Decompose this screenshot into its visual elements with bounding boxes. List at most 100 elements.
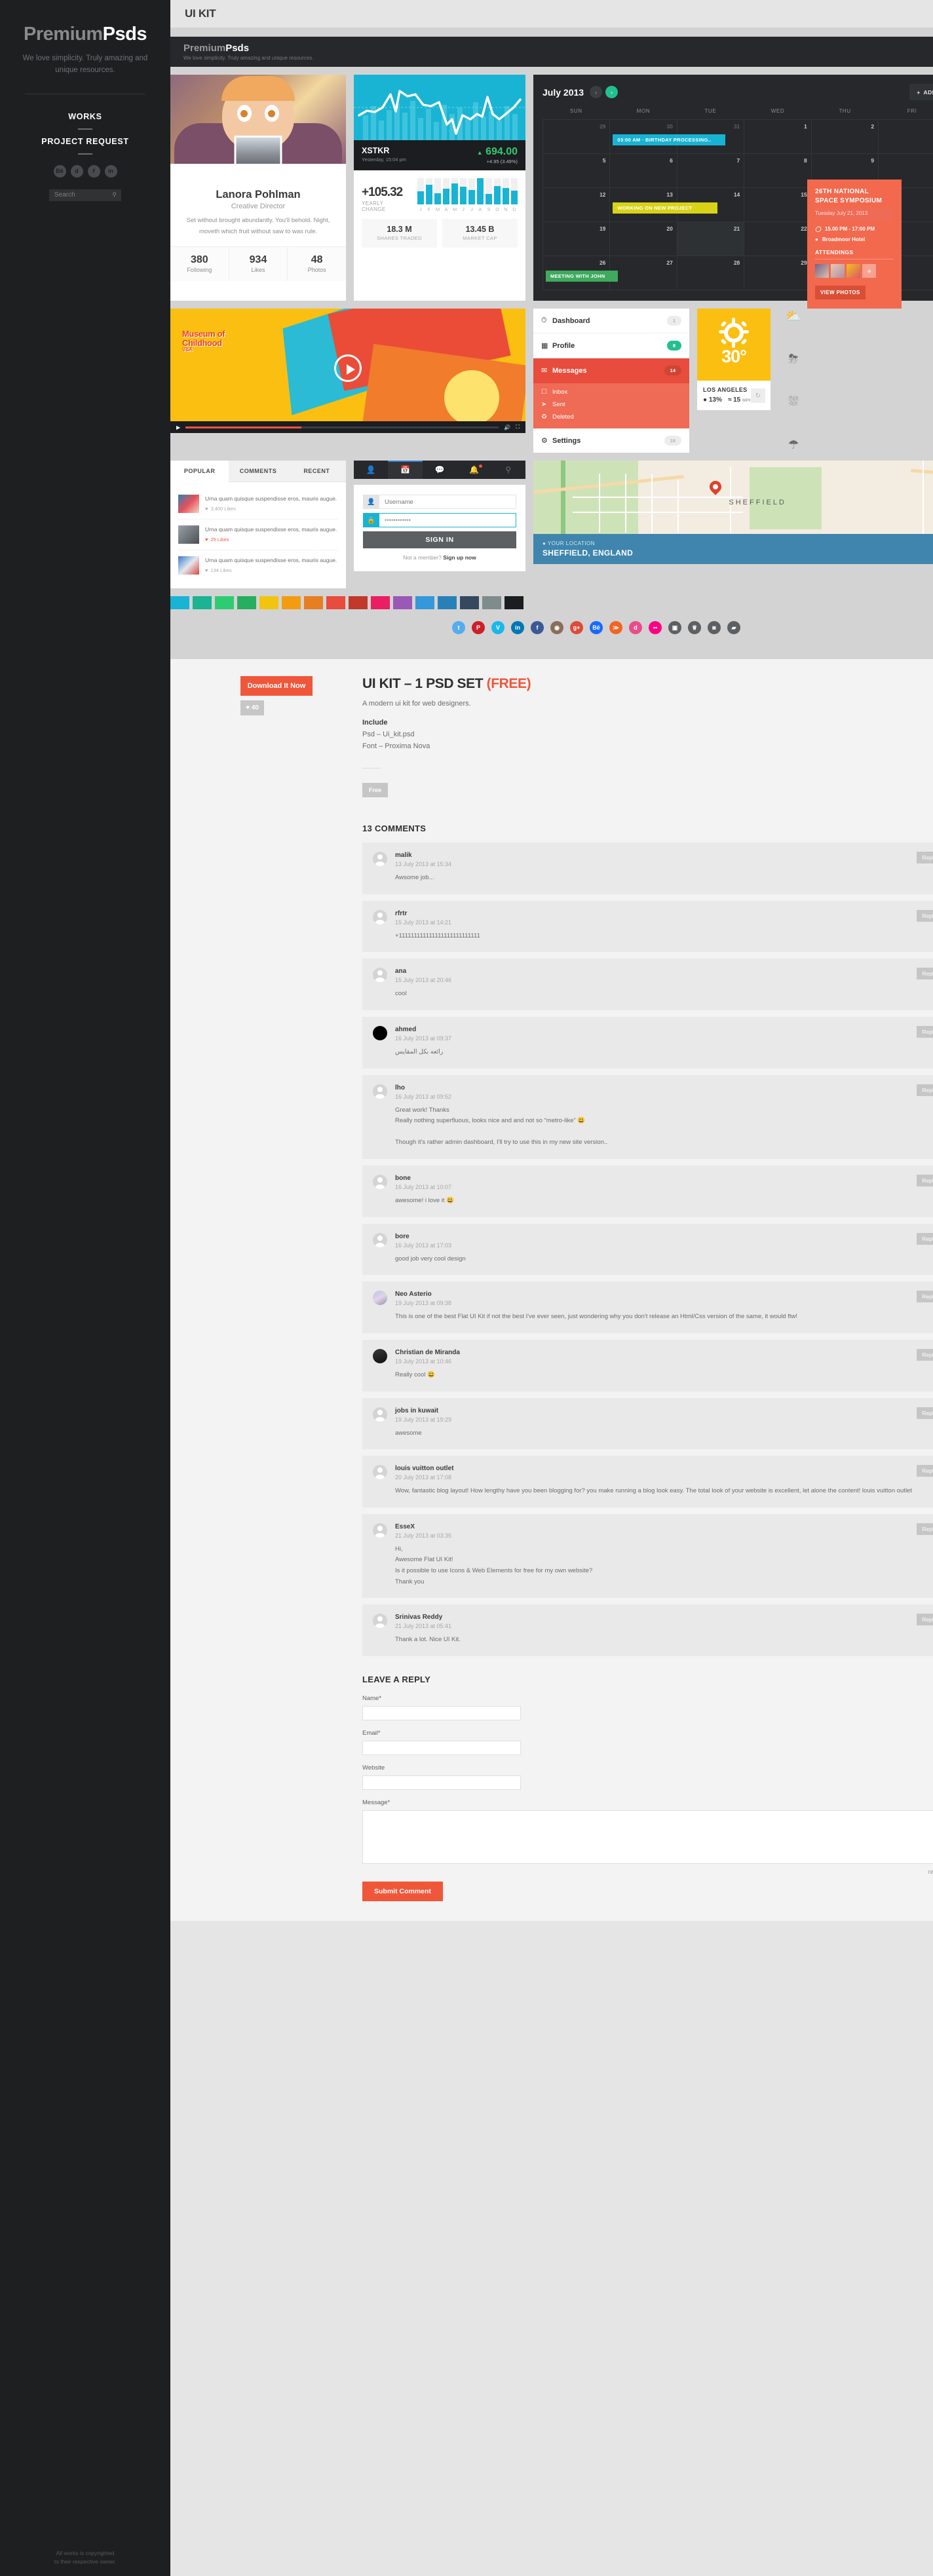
color-swatch[interactable] xyxy=(349,596,368,609)
progress-track[interactable] xyxy=(185,426,499,428)
calendar-day[interactable]: 29 xyxy=(744,256,812,290)
reply-button[interactable]: Reply xyxy=(917,1348,933,1361)
list-item[interactable]: Urna quam quisque suspendisse eros, maur… xyxy=(178,550,338,580)
color-swatch[interactable] xyxy=(482,596,501,609)
submit-comment-button[interactable]: Submit Comment xyxy=(362,1881,443,1901)
reply-button[interactable]: Reply xyxy=(917,1175,933,1186)
message-field[interactable] xyxy=(362,1809,933,1864)
calendar-day[interactable]: 2 xyxy=(811,120,879,154)
dribbble-icon[interactable]: d xyxy=(70,164,83,178)
list-item[interactable]: Urna quam quisque suspendisse eros, maur… xyxy=(178,520,338,550)
search-icon[interactable]: ⚲ xyxy=(491,461,525,479)
like-button[interactable]: ♥ 40 xyxy=(240,700,264,715)
color-swatch[interactable] xyxy=(460,596,479,609)
linkedin-icon[interactable]: in xyxy=(511,621,524,634)
googleplus-icon[interactable]: g+ xyxy=(570,621,583,634)
view-photos-button[interactable]: VIEW PHOTOS xyxy=(815,286,866,299)
calendar-day[interactable]: 29 xyxy=(543,120,611,154)
color-swatch[interactable] xyxy=(215,596,234,609)
nav-item-messages[interactable]: ✉ Messages 14 xyxy=(533,358,689,383)
graduation-icon[interactable]: ▰ xyxy=(727,621,740,634)
refresh-icon[interactable]: ↻ xyxy=(751,388,765,403)
calendar-day[interactable]: 21 xyxy=(677,222,745,256)
add-attendee-button[interactable]: + xyxy=(862,264,876,278)
reply-button[interactable]: Reply xyxy=(917,852,933,863)
reply-button[interactable]: Reply xyxy=(917,1291,933,1303)
reply-button[interactable]: Reply xyxy=(917,1084,933,1096)
twitter-icon[interactable]: t xyxy=(452,621,465,634)
nav-subitem-deleted[interactable]: ♻ Deleted xyxy=(533,411,689,423)
reply-button[interactable]: Reply xyxy=(917,1614,933,1626)
vimeo-icon[interactable]: V xyxy=(491,621,505,634)
rss-icon[interactable]: ≫ xyxy=(609,621,622,634)
list-item[interactable]: Urna quam quisque suspendisse eros, maur… xyxy=(178,489,338,520)
color-swatch[interactable] xyxy=(237,596,256,609)
behance-icon[interactable]: Bē xyxy=(53,164,66,178)
tab-comments[interactable]: COMMENTS xyxy=(229,461,288,482)
calendar-next-button[interactable]: › xyxy=(605,86,619,98)
calendar-day[interactable]: 22 xyxy=(744,222,812,256)
map-image[interactable]: SHEFFIELD xyxy=(533,461,933,534)
camera-icon[interactable]: ▣ xyxy=(668,621,681,634)
pinterest-icon[interactable]: P xyxy=(472,621,485,634)
facebook-icon[interactable]: f xyxy=(531,621,544,634)
play-button[interactable]: ▶ xyxy=(176,425,180,430)
calendar-day[interactable]: 12 xyxy=(543,188,611,222)
volume-icon[interactable]: 🔊 xyxy=(504,425,510,430)
site-logo[interactable]: PremiumPsds xyxy=(0,24,170,45)
download-button[interactable]: Download It Now xyxy=(240,676,313,696)
calendar-day[interactable]: 1 xyxy=(744,120,812,154)
calendar-day[interactable]: 20 xyxy=(610,222,677,256)
post-tag[interactable]: Free xyxy=(362,783,389,797)
color-swatch[interactable] xyxy=(438,596,457,609)
fullscreen-icon[interactable]: ⛶ xyxy=(516,424,520,430)
color-swatch[interactable] xyxy=(326,596,345,609)
nav-item-profile[interactable]: ▦ Profile 8 xyxy=(533,333,689,358)
behance-icon[interactable]: Bē xyxy=(590,621,603,634)
play-icon[interactable] xyxy=(334,354,362,383)
nav-item-dashboard[interactable]: ⏱ Dashboard 1 xyxy=(533,309,689,333)
reply-button[interactable]: Reply xyxy=(917,1465,933,1477)
calendar-day[interactable]: 13 WORKING ON NEW PROJECT xyxy=(610,188,718,222)
name-field[interactable] xyxy=(362,1705,521,1720)
photo-icon[interactable]: ◙ xyxy=(708,621,721,634)
username-input[interactable] xyxy=(379,495,516,509)
color-swatch[interactable] xyxy=(170,596,189,609)
calendar-day[interactable]: 3 xyxy=(879,120,933,154)
nav-subitem-inbox[interactable]: ☐ Inbox xyxy=(533,386,689,398)
calendar-icon[interactable]: 📅 xyxy=(388,461,423,479)
color-swatch[interactable] xyxy=(393,596,412,609)
comment-icon[interactable]: 💬 xyxy=(423,461,457,479)
calendar-day[interactable]: 27 xyxy=(610,256,677,290)
facebook-icon[interactable]: f xyxy=(87,164,100,178)
password-field[interactable]: 🔒 xyxy=(363,513,516,527)
instagram-icon[interactable]: ◉ xyxy=(550,621,563,634)
dribbble-icon[interactable]: d xyxy=(629,621,642,634)
calendar-day[interactable]: 15 xyxy=(744,188,812,222)
add-event-button[interactable]: +ADD EVENT xyxy=(909,84,933,100)
tab-recent[interactable]: RECENT xyxy=(287,461,346,482)
user-icon[interactable]: 👤 xyxy=(354,461,388,479)
calendar-day[interactable]: 28 xyxy=(677,256,745,290)
calendar-event[interactable]: 03:00 AM · BIRTHDAY PROCESSING.. xyxy=(613,134,726,145)
tab-popular[interactable]: POPULAR xyxy=(170,461,229,482)
color-swatch[interactable] xyxy=(505,596,524,609)
reply-button[interactable]: Reply xyxy=(917,909,933,922)
search-input[interactable]: Search ⚲ xyxy=(49,189,121,201)
reply-button[interactable]: Reply xyxy=(917,1407,933,1419)
calendar-day[interactable]: 6 xyxy=(610,154,677,188)
trophy-icon[interactable]: ♕ xyxy=(688,621,701,634)
sidebar-item-project-request[interactable]: PROJECT REQUEST xyxy=(0,135,170,148)
calendar-day[interactable]: 7 xyxy=(677,154,745,188)
sign-in-button[interactable]: SIGN IN xyxy=(363,531,516,548)
bell-icon[interactable]: 🔔 xyxy=(457,461,491,479)
sidebar-item-works[interactable]: WORKS xyxy=(0,110,170,123)
calendar-day[interactable]: 26 MEETING WITH JOHN xyxy=(543,256,618,290)
color-swatch[interactable] xyxy=(415,596,434,609)
sign-up-link[interactable]: Sign up now xyxy=(443,554,476,561)
password-input[interactable] xyxy=(379,513,516,527)
calendar-event[interactable]: MEETING WITH JOHN xyxy=(546,271,618,282)
color-swatch[interactable] xyxy=(259,596,278,609)
calendar-day[interactable]: 19 xyxy=(543,222,611,256)
color-swatch[interactable] xyxy=(304,596,323,609)
